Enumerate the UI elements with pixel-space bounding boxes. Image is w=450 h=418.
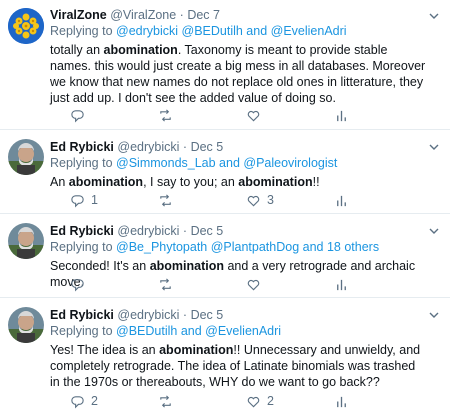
like-button[interactable] [246,107,267,123]
tweet-actions [50,107,390,123]
retweet-button[interactable] [158,107,179,123]
tweet-actions: 2 2 [50,393,390,409]
reply-mentions[interactable]: @edrybicki @BEDutilh and @EvelienAdri [116,24,347,38]
like-count: 2 [267,394,274,408]
tweet-header: Ed Rybicki @edrybicki · Dec 5 [50,307,428,323]
like-icon [247,279,260,290]
like-button[interactable]: 2 [246,393,274,409]
chevron-down-icon[interactable] [428,309,440,321]
avatar[interactable] [8,223,44,259]
reply-prefix: Replying to [50,240,113,254]
tweet[interactable]: Ed Rybicki @edrybicki · Dec 5 Replying t… [0,298,450,418]
separator: · [182,308,188,322]
analytics-icon [337,396,346,407]
author-name[interactable]: ViralZone [50,8,107,22]
analytics-button[interactable] [334,276,349,292]
reply-icon [71,278,84,291]
retweet-icon [160,394,171,408]
tweet-actions: 1 3 [50,192,390,208]
tweet-date[interactable]: Dec 5 [191,308,224,322]
reply-count: 1 [91,193,98,207]
analytics-button[interactable] [334,107,349,123]
reply-icon [71,194,84,207]
tweet-header: Ed Rybicki @edrybicki · Dec 5 [50,223,428,239]
tweet-date[interactable]: Dec 7 [187,8,220,22]
like-icon [247,396,260,407]
reply-button[interactable]: 1 [70,192,98,208]
reply-mentions[interactable]: @Simmonds_Lab and @Paleovirologist [116,156,337,170]
avatar[interactable] [8,307,44,343]
author-name[interactable]: Ed Rybicki [50,140,114,154]
tweet-text: totally an abomination. Taxonomy is mean… [50,43,426,105]
reply-context: Replying to @Simmonds_Lab and @Paleoviro… [50,155,428,171]
reply-mentions[interactable]: @BEDutilh and @EvelienAdri [116,324,281,338]
tweet[interactable]: ViralZone @ViralZone · Dec 7 Replying to… [0,0,450,130]
like-count: 3 [267,193,274,207]
reply-context: Replying to @edrybicki @BEDutilh and @Ev… [50,23,428,39]
analytics-icon [337,110,346,121]
tweet-header: ViralZone @ViralZone · Dec 7 [50,7,428,23]
author-handle[interactable]: @edrybicki [117,224,179,238]
tweet-date[interactable]: Dec 5 [191,224,224,238]
retweet-button[interactable] [158,192,179,208]
avatar[interactable] [8,139,44,175]
separator: · [182,224,188,238]
retweet-icon [160,108,171,122]
analytics-button[interactable] [334,393,349,409]
reply-icon [71,395,84,408]
retweet-icon [160,277,171,291]
retweet-button[interactable] [158,276,179,292]
tweet-date[interactable]: Dec 5 [191,140,224,154]
author-name[interactable]: Ed Rybicki [50,224,114,238]
retweet-button[interactable] [158,393,179,409]
avatar[interactable] [8,8,44,44]
author-name[interactable]: Ed Rybicki [50,308,114,322]
retweet-icon [160,193,171,207]
analytics-icon [337,279,346,290]
tweet-text: An abomination, I say to you; an abomina… [50,175,320,189]
reply-button[interactable] [70,276,91,292]
like-icon [247,195,260,206]
reply-mentions[interactable]: @Be_Phytopath @PlantpathDog and 18 other… [116,240,379,254]
reply-count: 2 [91,394,98,408]
like-button[interactable]: 3 [246,192,274,208]
reply-button[interactable]: 2 [70,393,98,409]
like-icon [247,110,260,121]
reply-prefix: Replying to [50,24,113,38]
analytics-button[interactable] [334,192,349,208]
like-button[interactable] [246,276,267,292]
chevron-down-icon[interactable] [428,141,440,153]
chevron-down-icon[interactable] [428,225,440,237]
reply-prefix: Replying to [50,156,113,170]
reply-context: Replying to @BEDutilh and @EvelienAdri [50,323,428,339]
tweet[interactable]: Ed Rybicki @edrybicki · Dec 5 Replying t… [0,130,450,214]
tweet-text: Yes! The idea is an abomination!! Unnece… [50,343,421,389]
reply-context: Replying to @Be_Phytopath @PlantpathDog … [50,239,428,255]
tweet[interactable]: Ed Rybicki @edrybicki · Dec 5 Replying t… [0,214,450,298]
reply-button[interactable] [70,107,91,123]
separator: · [182,140,188,154]
reply-icon [71,109,84,122]
reply-prefix: Replying to [50,324,113,338]
tweet-actions [50,276,390,292]
author-handle[interactable]: @ViralZone [110,8,176,22]
author-handle[interactable]: @edrybicki [117,308,179,322]
author-handle[interactable]: @edrybicki [117,140,179,154]
tweet-header: Ed Rybicki @edrybicki · Dec 5 [50,139,428,155]
chevron-down-icon[interactable] [428,10,440,22]
separator: · [179,8,184,22]
analytics-icon [337,195,346,206]
